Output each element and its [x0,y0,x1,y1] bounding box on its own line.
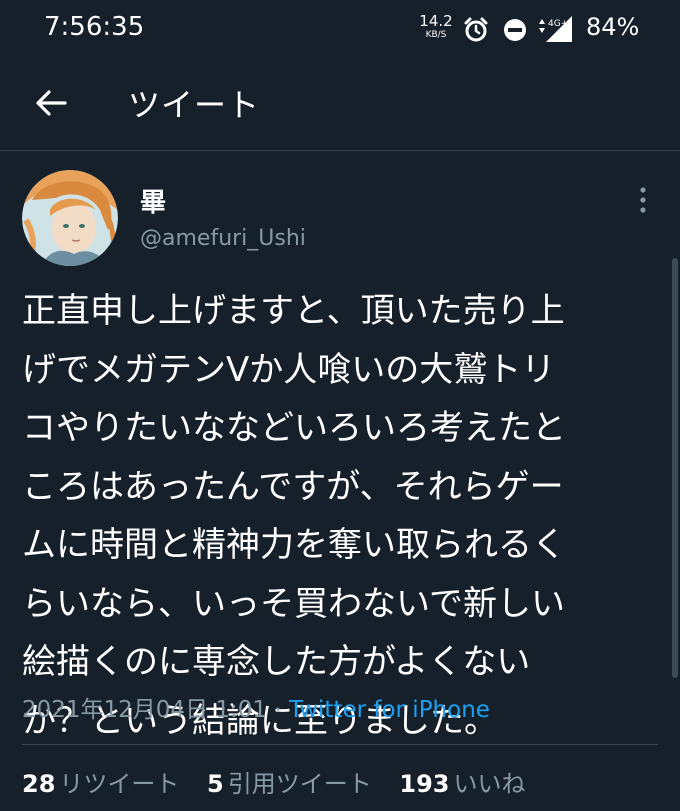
author-display-name[interactable]: 畢 [140,182,166,219]
likes-count: 193 [399,770,450,798]
author-handle[interactable]: @amefuri_Ushi [140,226,306,251]
network-speed-value: 14.2 [419,12,453,30]
quotes-count: 5 [207,770,224,798]
likes-stat[interactable]: 193 いいね [399,764,525,799]
arrow-left-icon [35,89,67,121]
retweets-label: リツイート [59,770,180,798]
clock-time: 7:56:35 [44,12,145,42]
back-button[interactable] [26,80,76,130]
do-not-disturb-icon [502,16,528,48]
meta-separator: · [274,697,282,723]
retweets-stat[interactable]: 28 リツイート [22,764,179,799]
tweet-meta: 2021年12月04日 1:01 · Twitter for iPhone [22,690,490,724]
retweets-count: 28 [22,770,56,798]
network-type-label: 4G+ [548,19,568,29]
divider [22,744,658,745]
quotes-label: 引用ツイート [227,770,372,798]
likes-label: いいね [453,770,526,798]
alarm-icon [462,16,490,48]
page-title: ツイート [128,86,261,124]
signal-icon: 4G+ [536,14,576,48]
tweet-stats: 28 リツイート 5 引用ツイート 193 いいね [22,764,546,799]
tweet-timestamp[interactable]: 2021年12月04日 1:01 [22,697,267,723]
network-speed-unit: KB/S [425,30,447,40]
more-options-button[interactable] [628,184,658,220]
avatar[interactable] [22,170,118,266]
network-speed: 14.2 KB/S [418,14,454,40]
tweet-source-link[interactable]: Twitter for iPhone [289,697,490,723]
status-bar: 7:56:35 14.2 KB/S 4G+ 84% [0,0,680,60]
battery-percent: 84% [586,13,640,41]
scrollbar-thumb[interactable] [672,258,678,678]
top-app-bar: ツイート [0,60,680,151]
quotes-stat[interactable]: 5 引用ツイート [207,764,372,799]
more-vertical-icon [639,186,647,218]
tweet-text: 正直申し上げますと、頂いた売り上 げでメガテンVか人喰いの大鷲トリ コやりたいな… [22,291,566,741]
